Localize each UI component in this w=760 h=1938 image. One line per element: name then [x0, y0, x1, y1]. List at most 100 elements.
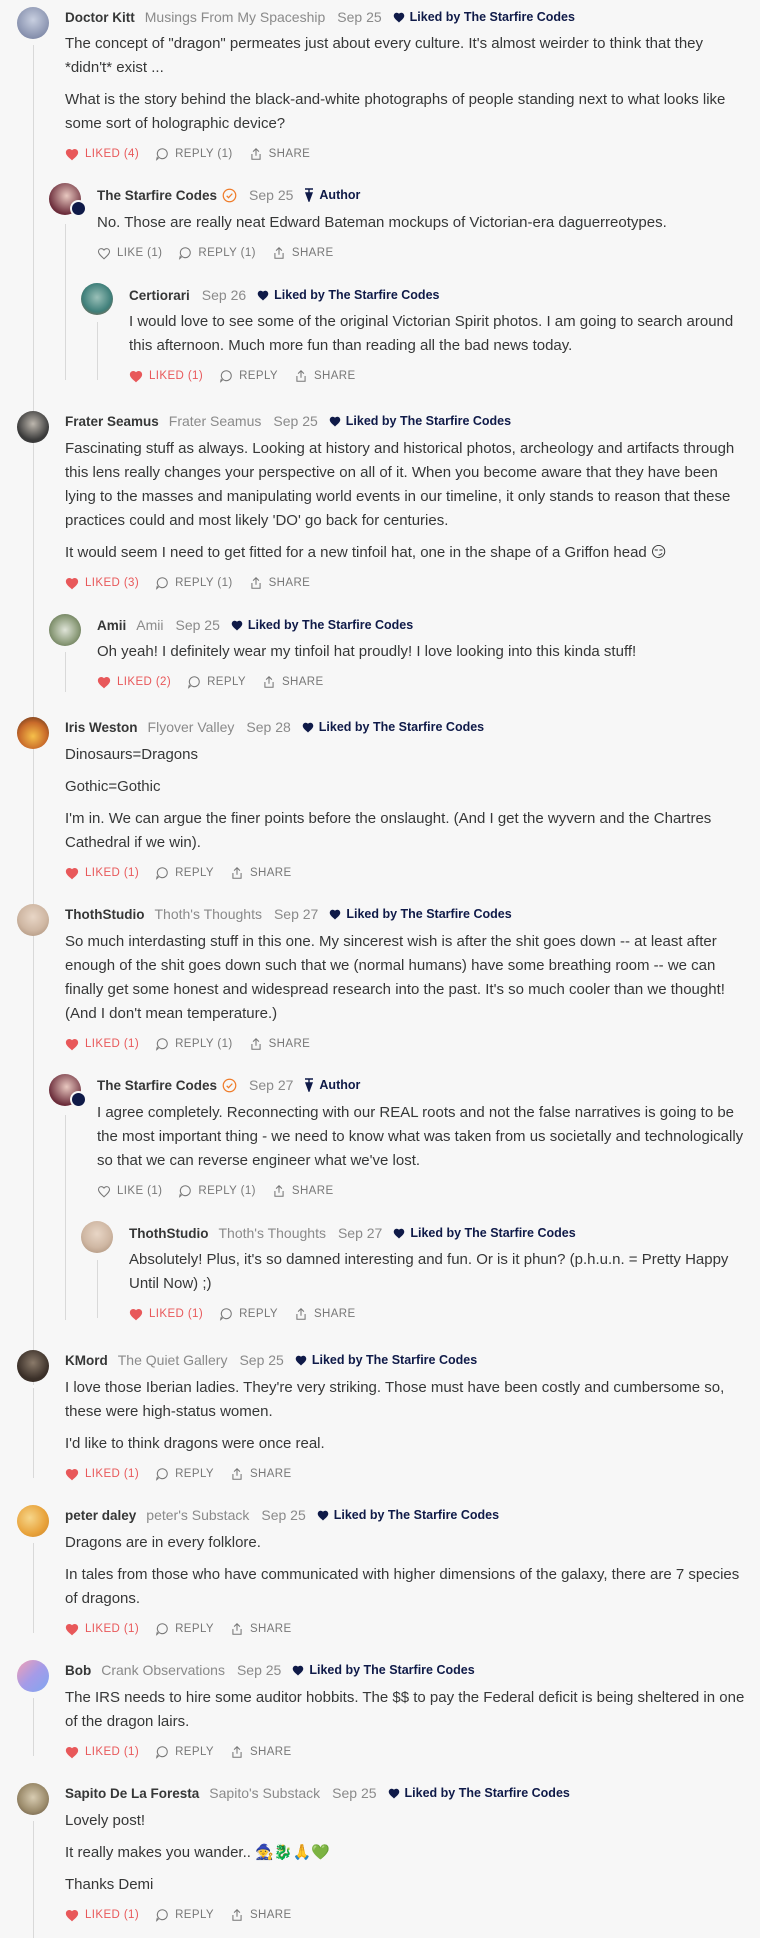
share-button[interactable]: SHARE: [272, 1184, 334, 1198]
publication-name[interactable]: peter's Substack: [146, 1507, 249, 1523]
reply-button[interactable]: REPLY: [155, 1622, 214, 1636]
publication-name[interactable]: Sapito's Substack: [209, 1785, 320, 1801]
comment-date[interactable]: Sep 25: [176, 617, 220, 633]
avatar[interactable]: [17, 904, 49, 936]
avatar[interactable]: [17, 1660, 49, 1692]
comment-icon: [155, 1909, 168, 1922]
share-button[interactable]: SHARE: [249, 1037, 311, 1051]
author-name[interactable]: Frater Seamus: [65, 414, 159, 429]
comment-date[interactable]: Sep 25: [332, 1785, 376, 1801]
author-name[interactable]: ThothStudio: [65, 907, 144, 922]
reply-button[interactable]: REPLY: [155, 1745, 214, 1759]
comment-date[interactable]: Sep 25: [273, 413, 317, 429]
avatar[interactable]: [17, 1350, 49, 1382]
avatar[interactable]: [17, 1505, 49, 1537]
comment-date[interactable]: Sep 25: [237, 1662, 281, 1678]
share-button[interactable]: SHARE: [249, 147, 311, 161]
reply-button[interactable]: REPLY: [155, 1908, 214, 1922]
reply-button[interactable]: REPLY (1): [155, 147, 233, 161]
reply-button[interactable]: REPLY (1): [155, 576, 233, 590]
reply-button[interactable]: REPLY (1): [155, 1037, 233, 1051]
publication-name[interactable]: Thoth's Thoughts: [154, 906, 261, 922]
like-button[interactable]: LIKED (1): [65, 1746, 139, 1759]
comment-date[interactable]: Sep 28: [246, 719, 290, 735]
comment-date[interactable]: Sep 27: [338, 1225, 382, 1241]
publication-name[interactable]: Crank Observations: [101, 1662, 225, 1678]
share-button[interactable]: SHARE: [230, 1622, 292, 1636]
like-button[interactable]: LIKED (1): [65, 1468, 139, 1481]
reply-button[interactable]: REPLY: [155, 1467, 214, 1481]
author-name[interactable]: Certiorari: [129, 288, 190, 303]
reply-button[interactable]: REPLY: [219, 1307, 278, 1321]
avatar[interactable]: [49, 614, 81, 646]
share-icon: [274, 1185, 284, 1197]
share-button[interactable]: SHARE: [294, 1307, 356, 1321]
author-name[interactable]: Iris Weston: [65, 720, 138, 735]
comment-paragraph: It really makes you wander.. 🧙🐉🙏💚: [65, 1844, 330, 1861]
publication-name[interactable]: Frater Seamus: [169, 413, 262, 429]
comment-date[interactable]: Sep 25: [249, 187, 293, 203]
heart-icon: [295, 1355, 307, 1365]
share-button[interactable]: SHARE: [262, 675, 324, 689]
comment-date[interactable]: Sep 27: [274, 906, 318, 922]
publication-name[interactable]: Musings From My Spaceship: [145, 9, 326, 25]
share-button[interactable]: SHARE: [294, 369, 356, 383]
share-button[interactable]: SHARE: [249, 576, 311, 590]
like-button[interactable]: LIKED (1): [129, 1308, 203, 1321]
like-button[interactable]: LIKE (1): [97, 1185, 162, 1198]
avatar[interactable]: [17, 1783, 49, 1815]
author-name[interactable]: Bob: [65, 1663, 91, 1678]
comment-date[interactable]: Sep 26: [202, 287, 246, 303]
author-name[interactable]: The Starfire Codes: [97, 188, 217, 203]
comment-date[interactable]: Sep 25: [239, 1352, 283, 1368]
share-button[interactable]: SHARE: [230, 1467, 292, 1481]
comment-paragraph: Absolutely! Plus, it's so damned interes…: [129, 1251, 729, 1292]
comment-paragraph: Dinosaurs=Dragons: [65, 746, 198, 763]
comment-date[interactable]: Sep 25: [261, 1507, 305, 1523]
share-button[interactable]: SHARE: [230, 1745, 292, 1759]
avatar[interactable]: [81, 1221, 113, 1253]
like-button[interactable]: LIKED (2): [97, 676, 171, 689]
comment-paragraph: So much interdasting stuff in this one. …: [65, 933, 725, 1022]
share-button[interactable]: SHARE: [230, 866, 292, 880]
publication-name[interactable]: Flyover Valley: [148, 719, 235, 735]
like-button[interactable]: LIKED (3): [65, 577, 139, 590]
author-name[interactable]: Doctor Kitt: [65, 10, 135, 25]
publication-name[interactable]: The Quiet Gallery: [118, 1352, 228, 1368]
publication-name[interactable]: Thoth's Thoughts: [218, 1225, 325, 1241]
like-button[interactable]: LIKED (1): [65, 1909, 139, 1922]
author-name[interactable]: peter daley: [65, 1508, 136, 1523]
comment-date[interactable]: Sep 27: [249, 1077, 293, 1093]
comment-date[interactable]: Sep 25: [337, 9, 381, 25]
reply-button[interactable]: REPLY (1): [178, 1184, 256, 1198]
like-button[interactable]: LIKED (4): [65, 148, 139, 161]
author-name[interactable]: KMord: [65, 1353, 108, 1368]
heart-outline-icon: [97, 1185, 111, 1197]
comment-paragraph: Fascinating stuff as always. Looking at …: [65, 440, 735, 529]
share-button[interactable]: SHARE: [230, 1908, 292, 1922]
author-name[interactable]: The Starfire Codes: [97, 1078, 217, 1093]
comment-paragraph: What is the story behind the black-and-w…: [65, 91, 726, 132]
author-name[interactable]: Amii: [97, 618, 126, 633]
like-button[interactable]: LIKED (1): [65, 1623, 139, 1636]
avatar[interactable]: [17, 717, 49, 749]
author-name[interactable]: ThothStudio: [129, 1226, 208, 1241]
avatar[interactable]: [81, 283, 113, 315]
reply-button[interactable]: REPLY: [219, 369, 278, 383]
like-button[interactable]: LIKED (1): [65, 867, 139, 880]
reply-button[interactable]: REPLY (1): [178, 246, 256, 260]
avatar[interactable]: [17, 411, 49, 443]
reply-button[interactable]: REPLY: [155, 866, 214, 880]
author-name[interactable]: Sapito De La Foresta: [65, 1786, 199, 1801]
heart-icon: [65, 1038, 79, 1050]
avatar[interactable]: [17, 7, 49, 39]
comment-icon: [187, 676, 200, 689]
reply-button[interactable]: REPLY: [187, 675, 246, 689]
share-button[interactable]: SHARE: [272, 246, 334, 260]
comment-icon: [155, 1468, 168, 1481]
publication-name[interactable]: Amii: [136, 617, 163, 633]
like-button[interactable]: LIKED (1): [65, 1038, 139, 1051]
like-button[interactable]: LIKE (1): [97, 247, 162, 260]
author-badge: Author: [304, 1078, 360, 1092]
like-button[interactable]: LIKED (1): [129, 370, 203, 383]
